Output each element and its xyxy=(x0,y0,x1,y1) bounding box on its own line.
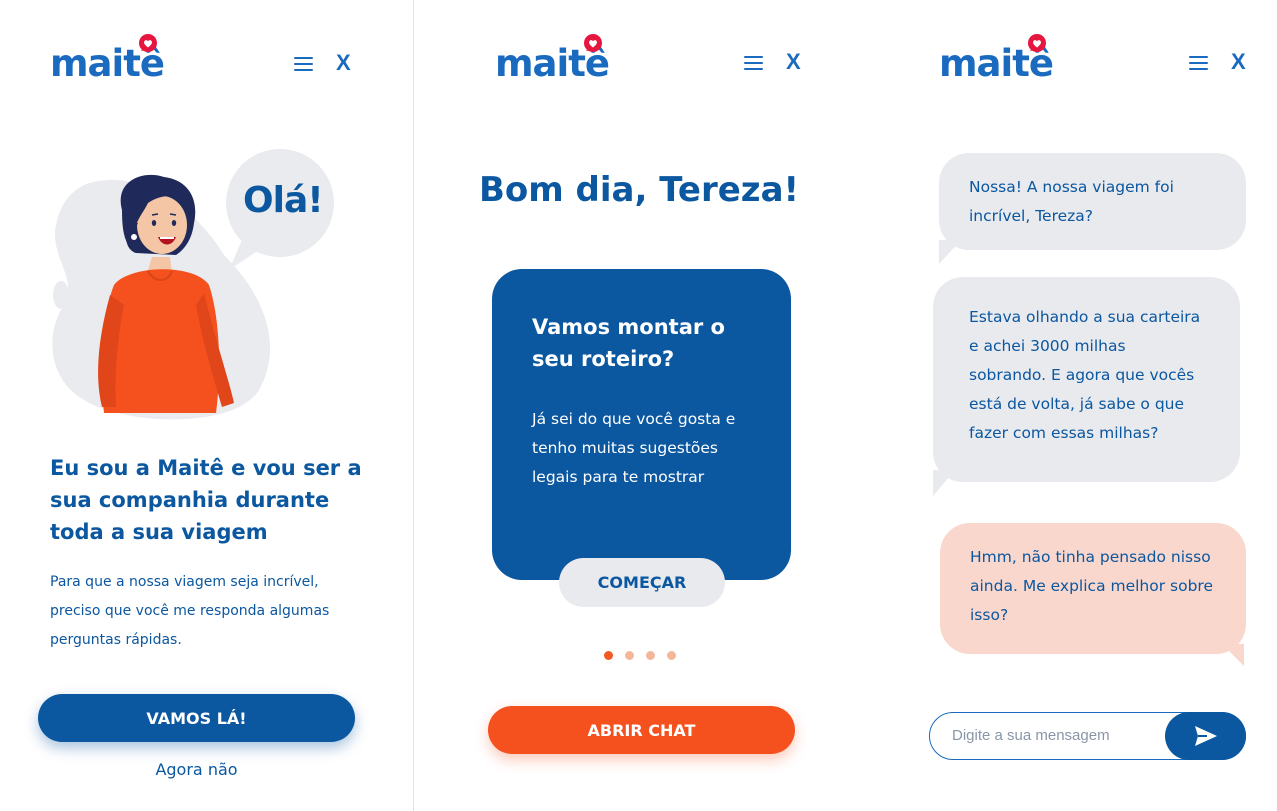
close-button[interactable]: X xyxy=(1231,49,1246,75)
menu-icon[interactable] xyxy=(744,55,764,71)
card-description: Já sei do que você gosta e tenho muitas … xyxy=(532,410,736,486)
abrir-chat-button[interactable]: ABRIR CHAT xyxy=(488,706,795,754)
send-button[interactable] xyxy=(1165,711,1246,760)
pagination-dot-active[interactable] xyxy=(604,651,613,660)
comecar-button[interactable]: COMEÇAR xyxy=(559,558,725,607)
send-icon xyxy=(1194,725,1217,746)
heart-bubble-icon xyxy=(1028,34,1046,52)
maite-logo: maitê xyxy=(939,34,1059,84)
maite-logo: maitê xyxy=(495,34,615,84)
speech-bubble-text: Olá! xyxy=(243,180,324,221)
pagination-dot[interactable] xyxy=(667,651,676,660)
chat-message-maite: Estava olhando a sua carteira e achei 30… xyxy=(933,277,1240,482)
pagination-dot[interactable] xyxy=(646,651,655,660)
chat-message-user: Hmm, não tinha pensado nisso ainda. Me e… xyxy=(940,523,1246,654)
menu-icon[interactable] xyxy=(1189,55,1209,71)
menu-icon[interactable] xyxy=(294,56,314,72)
greeting-title: Bom dia, Tereza! xyxy=(478,170,800,210)
agora-nao-link[interactable]: Agora não xyxy=(38,760,355,779)
welcome-screen: maitê X Olá! Eu sou a Maitê e vou ser a … xyxy=(0,0,413,811)
card-title: Vamos montar o seu roteiro? xyxy=(532,315,725,371)
heart-bubble-icon xyxy=(584,34,602,52)
close-button[interactable]: X xyxy=(336,50,351,76)
heart-bubble-icon xyxy=(139,34,157,52)
itinerary-card: Vamos montar o seu roteiro? Já sei do qu… xyxy=(492,269,791,580)
message-composer xyxy=(929,711,1246,760)
vamos-la-button[interactable]: VAMOS LÁ! xyxy=(38,694,355,742)
message-input[interactable] xyxy=(952,713,1152,758)
carousel-pagination xyxy=(604,651,676,660)
maite-logo: maitê xyxy=(50,34,170,84)
close-button[interactable]: X xyxy=(786,49,801,75)
chat-message-maite: Nossa! A nossa viagem foi incrível, Tere… xyxy=(939,153,1246,250)
welcome-description: Para que a nossa viagem seja incrível, p… xyxy=(50,574,330,648)
welcome-heading: Eu sou a Maitê e vou ser a sua companhia… xyxy=(50,456,362,544)
pagination-dot[interactable] xyxy=(625,651,634,660)
